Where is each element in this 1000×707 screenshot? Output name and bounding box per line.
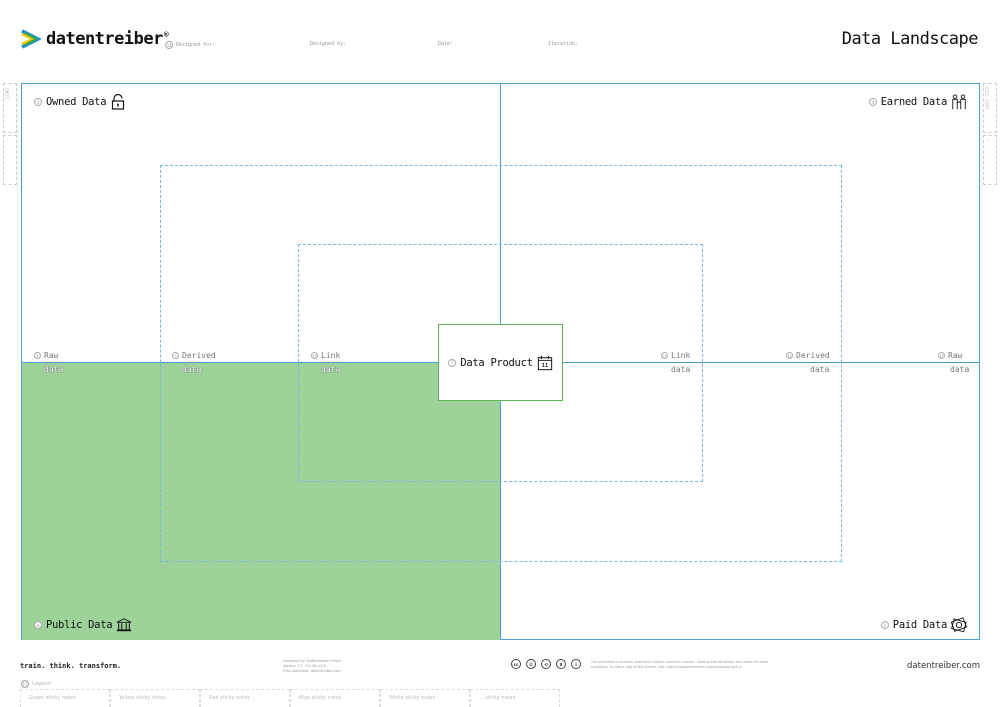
raw-data-right-sub: data [950,365,970,374]
derived-data-left-sub: data [182,365,202,374]
lock-icon [112,94,125,110]
link-data-right-sub: data [671,365,691,374]
data-product-label: Data Product [460,356,533,369]
paid-data-label: 3 Paid Data [880,617,967,633]
creative-commons-icons: cc © ⟲ $ i [511,659,581,669]
datentreiber-logo: datentreiber® [20,29,169,49]
legend-red[interactable]: Red sticky notes [200,689,290,707]
raw-data-left-sub: data [44,365,64,374]
attribution-icon: i [571,659,581,669]
right-side-tab-next: NEXT STEP [983,83,997,133]
canvas-title: Data Landscape [841,29,979,49]
license-text: This worksheet is licensed under the Cre… [591,660,769,669]
link-data-right-label: 12 Link [661,351,691,360]
legend-blue[interactable]: Blue sticky notes [290,689,380,707]
share-alike-icon: ⟲ [541,659,551,669]
date-field[interactable]: Date: [438,41,453,47]
derived-data-right-label: 11 Derived [786,351,830,360]
credits: Designed by: Datentreiber GmbH Version 7… [283,659,342,673]
data-product-box[interactable]: 7 Data Product 11 [438,324,563,401]
svg-text:11: 11 [541,363,547,369]
owned-data-label: 5 Owned Data [34,94,126,110]
left-side-tab: — [3,135,17,185]
data-landscape-board: 5 Owned Data 4 Earned Data 6 Public Data [21,83,980,640]
raw-data-left-label: 8 Raw [34,351,58,360]
legend-title: 15 Legend: [21,680,53,688]
right-side-tab: — [983,135,997,185]
brand-name: datentreiber® [46,29,169,49]
money-icon [951,617,967,633]
link-data-left-sub: data [321,365,341,374]
legend-yellow[interactable]: Yellow sticky notes [110,689,200,707]
copyright-icon: © [526,659,536,669]
legend-green[interactable]: Green sticky notes [20,689,110,707]
raw-data-right-label: 13 Raw [938,351,963,360]
legend-white[interactable]: White sticky notes [380,689,470,707]
designed-by-field[interactable]: Designed by: [310,41,346,47]
iteration-field[interactable]: Iteration: [548,41,578,47]
left-side-tab-start: START [3,83,17,133]
website-link[interactable]: datentreiber.com [907,661,980,671]
earned-data-label: 4 Earned Data [868,94,967,110]
derived-data-right-sub: data [810,365,830,374]
calendar-icon: 11 [537,355,552,370]
public-data-label: 6 Public Data [34,617,132,633]
legend-other[interactable]: ... sticky notes [470,689,560,707]
logo-arrow-icon [21,29,42,49]
bank-icon [116,618,132,632]
non-commercial-icon: $ [556,659,566,669]
derived-data-left-label: 9 Derived [172,351,216,360]
legend-row: Green sticky notes Yellow sticky notes R… [20,689,560,707]
designed-for-field[interactable]: 14 Designed for: [165,41,215,49]
step-number: 14 [165,41,173,49]
partners-icon [952,94,966,110]
tagline: train. think. transform. [20,662,122,670]
cc-icon: cc [511,659,521,669]
link-data-left-label: 10 Link [311,351,341,360]
